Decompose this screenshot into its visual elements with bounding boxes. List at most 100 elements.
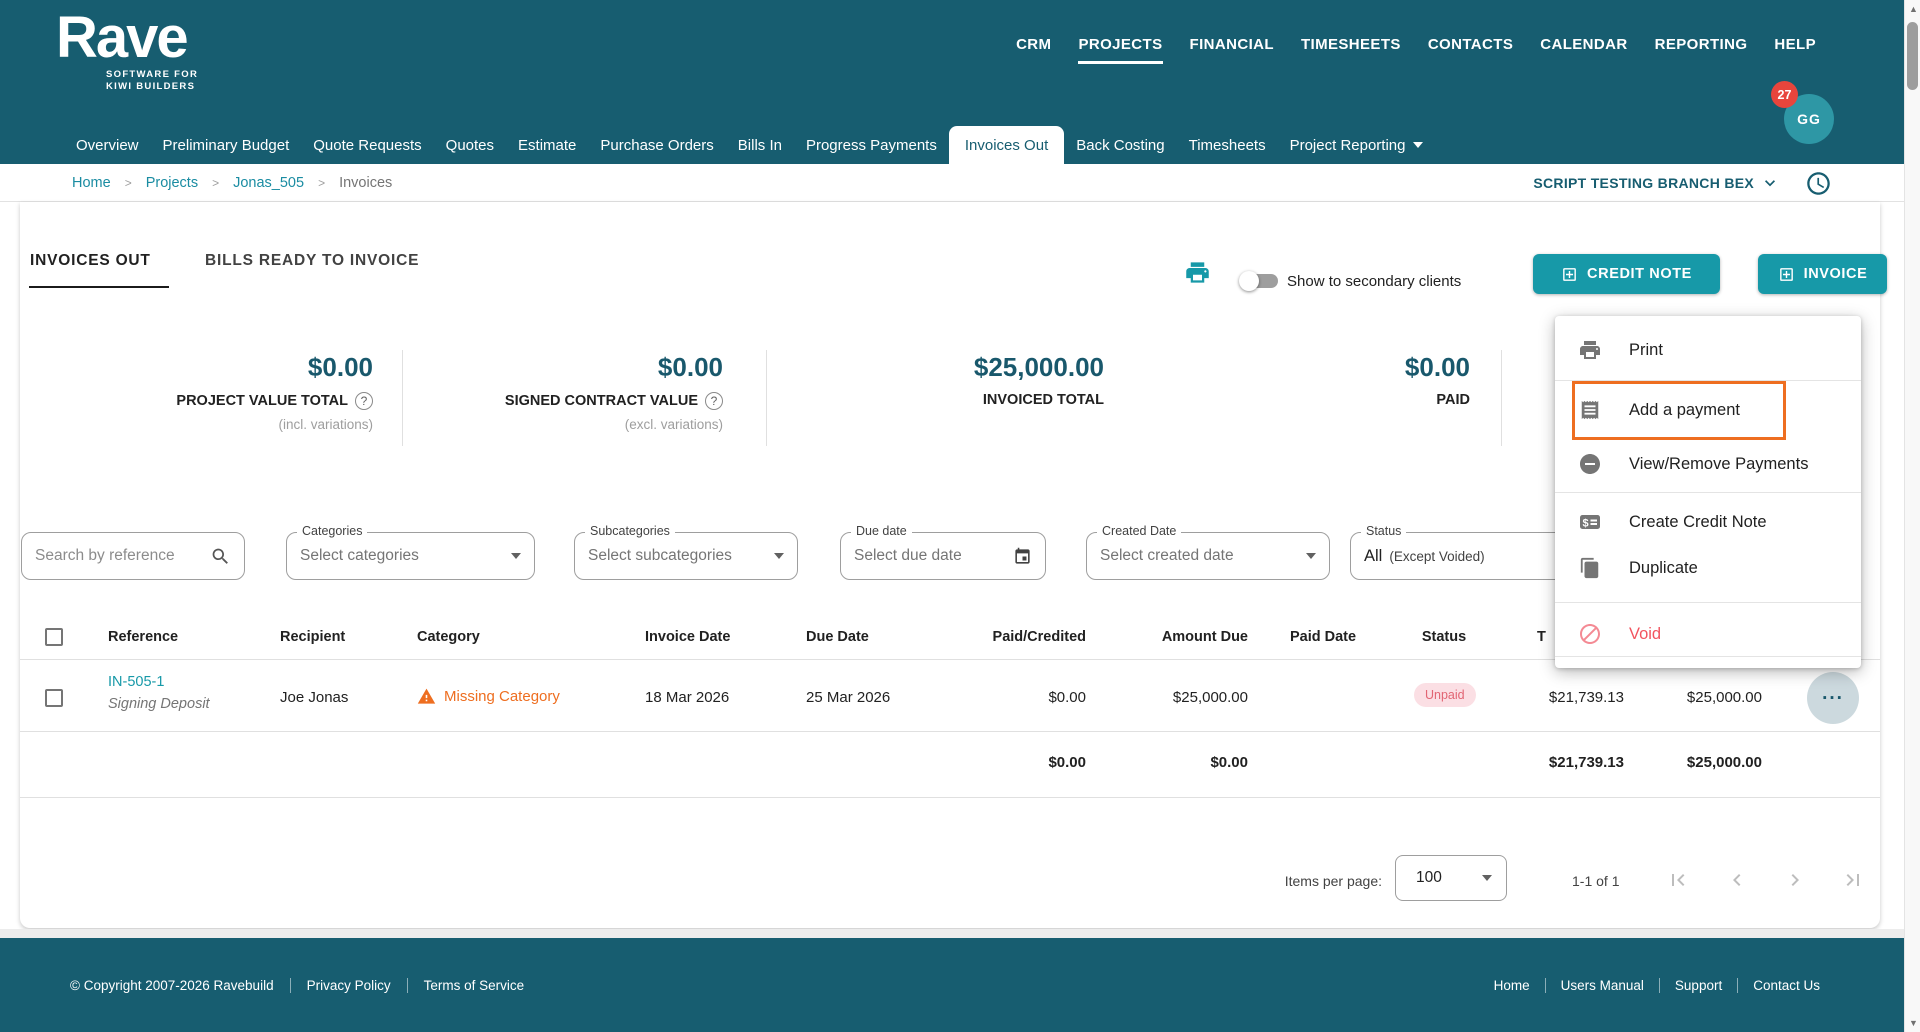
- chevron-down-icon: [1482, 875, 1492, 881]
- cell-paid-credited: $0.00: [1048, 689, 1086, 706]
- scroll-up-icon[interactable]: ▲: [1909, 4, 1918, 14]
- col-total-truncated: T: [1537, 629, 1546, 645]
- last-page-icon[interactable]: [1841, 868, 1865, 892]
- branch-label: SCRIPT TESTING BRANCH BEX: [1533, 175, 1754, 191]
- stat-sub: (excl. variations): [624, 417, 723, 432]
- footer-separator: [1544, 977, 1546, 993]
- stat-value: $0.00: [307, 352, 373, 382]
- due-date-filter[interactable]: Due date Select due date: [840, 524, 1046, 580]
- stat-label: PROJECT VALUE TOTAL: [176, 393, 348, 409]
- chevron-down-icon: [774, 553, 784, 559]
- terms-of-service-link[interactable]: Terms of Service: [424, 978, 525, 993]
- chevron-down-icon: [1765, 180, 1775, 187]
- subnav-project-reporting[interactable]: Project Reporting: [1278, 126, 1435, 164]
- rave-logo[interactable]: Rave SOFTWARE FOR KIWI BUILDERS: [56, 7, 199, 94]
- footer-separator: [406, 977, 408, 993]
- footer-separator: [1737, 977, 1739, 993]
- nav-reporting[interactable]: REPORTING: [1655, 36, 1748, 53]
- breadcrumb-project[interactable]: Jonas_505: [233, 175, 304, 191]
- subnav-purchase-orders[interactable]: Purchase Orders: [588, 126, 725, 164]
- categories-filter[interactable]: Categories Select categories: [286, 524, 535, 580]
- nav-help[interactable]: HELP: [1774, 36, 1816, 53]
- footer-home-link[interactable]: Home: [1494, 978, 1530, 993]
- divider: [20, 797, 1880, 798]
- support-link[interactable]: Support: [1675, 978, 1722, 993]
- subnav-bills-in[interactable]: Bills In: [726, 126, 794, 164]
- subcategories-filter[interactable]: Subcategories Select subcategories: [574, 524, 798, 580]
- print-icon[interactable]: [1184, 259, 1211, 286]
- page-background-strip: [0, 929, 1920, 938]
- menu-item-create-credit-note[interactable]: $ Create Credit Note: [1555, 500, 1861, 544]
- cell-total-2: $25,000.00: [1686, 689, 1762, 706]
- help-icon[interactable]: ?: [355, 392, 373, 410]
- logo-subtitle: SOFTWARE FOR KIWI BUILDERS: [106, 68, 199, 93]
- menu-divider: [1555, 602, 1861, 603]
- subnav-preliminary-budget[interactable]: Preliminary Budget: [151, 126, 302, 164]
- filter-label: Created Date: [1097, 524, 1182, 538]
- filter-value-suffix: (Except Voided): [1389, 548, 1485, 564]
- subnav-back-costing[interactable]: Back Costing: [1064, 126, 1176, 164]
- nav-contacts[interactable]: CONTACTS: [1428, 36, 1513, 53]
- tab-bills-ready[interactable]: BILLS READY TO INVOICE: [205, 252, 419, 270]
- items-per-page-select[interactable]: 100: [1395, 855, 1507, 901]
- subnav-progress-payments[interactable]: Progress Payments: [794, 126, 949, 164]
- previous-page-icon[interactable]: [1725, 868, 1749, 892]
- app-header: Rave SOFTWARE FOR KIWI BUILDERS CRM PROJ…: [0, 0, 1920, 164]
- tab-invoices-out[interactable]: INVOICES OUT: [30, 252, 151, 270]
- credit-note-button[interactable]: CREDIT NOTE: [1533, 254, 1720, 294]
- menu-item-print[interactable]: Print: [1555, 328, 1861, 372]
- users-manual-link[interactable]: Users Manual: [1561, 978, 1644, 993]
- stat-project-value-total: $0.00 PROJECT VALUE TOTAL? (incl. variat…: [20, 352, 373, 432]
- search-input[interactable]: [35, 547, 210, 565]
- add-box-icon: [1779, 267, 1793, 281]
- subnav-timesheets[interactable]: Timesheets: [1177, 126, 1278, 164]
- divider: [20, 731, 1880, 732]
- subnav-quotes[interactable]: Quotes: [434, 126, 506, 164]
- cell-invoice-date: 18 Mar 2026: [645, 689, 730, 706]
- contact-us-link[interactable]: Contact Us: [1753, 978, 1820, 993]
- next-page-icon[interactable]: [1783, 868, 1807, 892]
- row-checkbox[interactable]: [45, 689, 63, 707]
- history-clock-icon[interactable]: [1805, 170, 1832, 197]
- nav-projects[interactable]: PROJECTS: [1078, 36, 1163, 64]
- more-dots-icon: ...: [1822, 683, 1844, 704]
- nav-financial[interactable]: FINANCIAL: [1190, 36, 1274, 53]
- search-icon[interactable]: [210, 546, 231, 567]
- menu-item-duplicate[interactable]: Duplicate: [1555, 546, 1861, 590]
- subnav-invoices-out[interactable]: Invoices Out: [948, 126, 1065, 164]
- row-actions-button[interactable]: ...: [1807, 672, 1859, 724]
- stat-divider: [766, 350, 767, 446]
- subnav-estimate[interactable]: Estimate: [506, 126, 588, 164]
- help-icon[interactable]: ?: [705, 392, 723, 410]
- invoice-button[interactable]: INVOICE: [1758, 254, 1887, 294]
- branch-selector[interactable]: SCRIPT TESTING BRANCH BEX: [1533, 164, 1780, 202]
- stat-value: $25,000.00: [973, 352, 1104, 382]
- nav-crm[interactable]: CRM: [1016, 36, 1051, 53]
- subnav-overview[interactable]: Overview: [64, 126, 151, 164]
- nav-calendar[interactable]: CALENDAR: [1540, 36, 1627, 53]
- nav-timesheets[interactable]: TIMESHEETS: [1301, 36, 1401, 53]
- chevron-down-icon: [1306, 553, 1316, 559]
- notification-badge: 27: [1771, 81, 1798, 108]
- privacy-policy-link[interactable]: Privacy Policy: [307, 978, 391, 993]
- breadcrumb-projects[interactable]: Projects: [146, 175, 198, 191]
- invoice-actions-menu: Print Add a payment View/Remove Payments…: [1555, 316, 1861, 668]
- first-page-icon[interactable]: [1666, 868, 1690, 892]
- stat-value: $0.00: [657, 352, 723, 382]
- menu-item-void[interactable]: Void: [1555, 612, 1861, 656]
- page-scrollbar[interactable]: ▲ ▼: [1904, 0, 1920, 1032]
- breadcrumb-home[interactable]: Home: [72, 175, 111, 191]
- show-secondary-clients-toggle[interactable]: [1239, 271, 1278, 291]
- subnav-quote-requests[interactable]: Quote Requests: [301, 126, 433, 164]
- stat-label: PAID: [1436, 392, 1470, 408]
- created-date-filter[interactable]: Created Date Select created date: [1086, 524, 1330, 580]
- scrollbar-thumb[interactable]: [1907, 22, 1918, 90]
- cell-category[interactable]: Missing Category: [417, 687, 560, 706]
- select-all-checkbox[interactable]: [45, 628, 63, 646]
- col-status: Status: [1421, 629, 1467, 645]
- scroll-down-icon[interactable]: ▼: [1909, 1018, 1918, 1028]
- invoice-reference-link[interactable]: IN-505-1: [108, 674, 164, 690]
- menu-item-view-remove-payments[interactable]: View/Remove Payments: [1555, 442, 1861, 486]
- stat-label: INVOICED TOTAL: [982, 392, 1104, 408]
- search-field: [21, 532, 245, 580]
